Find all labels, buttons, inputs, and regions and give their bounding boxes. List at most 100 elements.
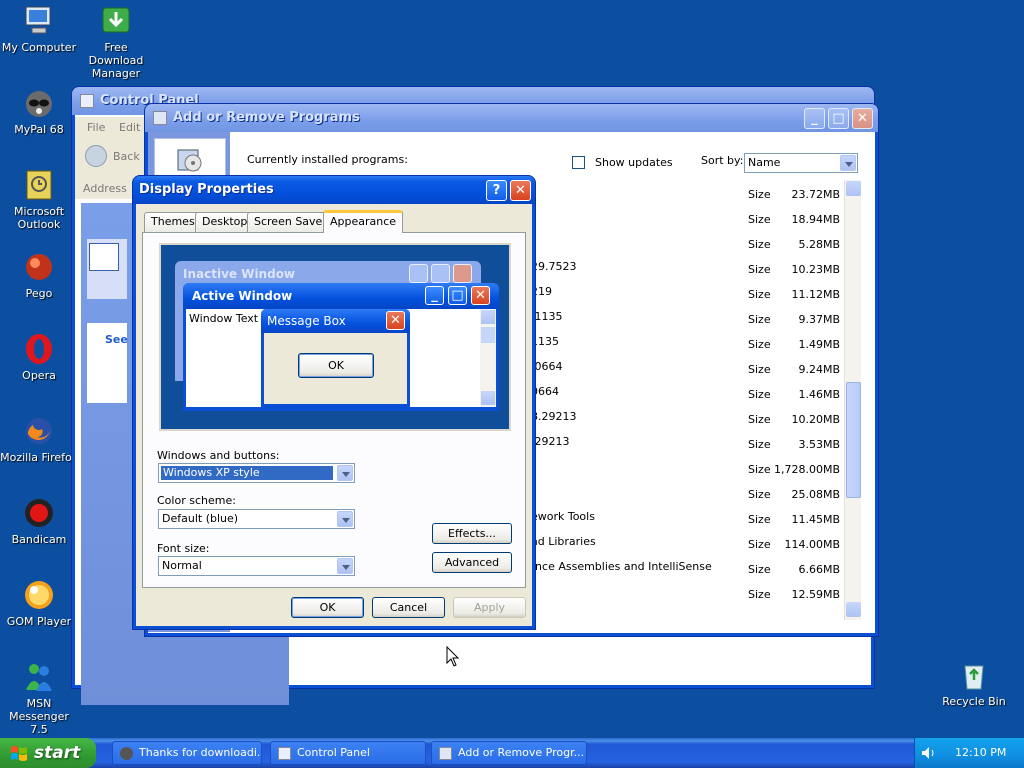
tab-appearance[interactable]: Appearance <box>323 210 404 233</box>
control-panel-icon <box>80 94 94 108</box>
help-button[interactable]: ? <box>486 180 507 201</box>
table-row[interactable]: Size 12.59MB <box>526 582 842 607</box>
scroll-up-button[interactable] <box>846 181 861 196</box>
table-row[interactable]: Size 5.28MB <box>526 232 842 257</box>
preview-message-title: Message Box <box>267 314 346 328</box>
desktop-icon-pego[interactable]: Pego <box>0 250 78 300</box>
address-label: Address <box>83 182 127 195</box>
desktop-icon-my-computer[interactable]: My Computer <box>0 4 78 54</box>
taskbar-button-control-panel[interactable]: Control Panel <box>270 741 426 765</box>
taskbar-button-thanks[interactable]: Thanks for downloadi... <box>112 741 262 765</box>
maximize-button[interactable]: □ <box>828 108 849 129</box>
ok-button[interactable]: OK <box>291 597 364 618</box>
pego-icon <box>22 250 56 284</box>
start-button[interactable]: start <box>0 738 96 768</box>
chevron-down-icon[interactable] <box>337 511 353 527</box>
table-row[interactable]: .40664 Size 9.24MB <box>526 357 842 382</box>
installed-programs-label: Currently installed programs: <box>247 153 408 166</box>
tab-screen-saver[interactable]: Screen Saver <box>247 212 334 232</box>
desktop-icon-firefox[interactable]: Mozilla Firefox <box>0 414 78 464</box>
menu-edit[interactable]: Edit <box>119 121 140 134</box>
table-row[interactable]: 729.7523 Size 10.23MB <box>526 257 842 282</box>
taskbar-button-label: Add or Remove Progr... <box>458 746 585 759</box>
taskbar: start Thanks for downloadi... Control Pa… <box>0 738 1024 768</box>
close-button[interactable]: ✕ <box>510 180 531 201</box>
back-arrow-icon[interactable] <box>85 145 107 167</box>
table-row[interactable]: Size 23.72MB <box>526 182 842 207</box>
table-row[interactable]: 61135 Size 1.49MB <box>526 332 842 357</box>
see-also-box: See <box>87 323 128 403</box>
table-row[interactable]: 3.29213 Size 3.53MB <box>526 432 842 457</box>
table-row[interactable]: Size 1,728.00MB <box>526 457 842 482</box>
clock[interactable]: 12:10 PM <box>955 746 1006 759</box>
table-row[interactable]: and Libraries Size 114.00MB <box>526 532 842 557</box>
minimize-button[interactable]: _ <box>804 108 825 129</box>
table-row[interactable]: .61135 Size 9.37MB <box>526 307 842 332</box>
effects-button[interactable]: Effects... <box>432 523 512 544</box>
color-scheme-label: Color scheme: <box>157 494 236 507</box>
windows-buttons-select[interactable]: Windows XP style <box>158 463 355 483</box>
advanced-button[interactable]: Advanced <box>432 552 512 573</box>
size-label: Size <box>748 313 771 326</box>
size-label: Size <box>748 213 771 226</box>
taskbar-button-add-remove[interactable]: Add or Remove Progr... <box>431 741 587 765</box>
table-row[interactable]: 40664 Size 1.46MB <box>526 382 842 407</box>
chevron-down-icon[interactable] <box>840 155 856 171</box>
program-size: 1.49MB <box>798 338 840 351</box>
preview-ok-button: OK <box>298 353 374 378</box>
add-remove-titlebar[interactable]: Add or Remove Programs _ □ ✕ <box>145 104 878 132</box>
taskbar-button-label: Thanks for downloadi... <box>139 746 262 759</box>
desktop-icon-free-download-manager[interactable]: Free Download Manager <box>77 4 155 80</box>
sort-by-value: Name <box>748 156 781 169</box>
program-size: 18.94MB <box>791 213 840 226</box>
chevron-down-icon[interactable] <box>337 558 353 574</box>
scroll-down-button[interactable] <box>846 602 861 617</box>
desktop-icon-mypal[interactable]: MyPal 68 <box>0 86 78 136</box>
tab-desktop[interactable]: Desktop <box>195 212 255 232</box>
preview-inactive-title: Inactive Window <box>183 267 296 281</box>
preview-scroll-up <box>481 310 495 324</box>
preview-message-titlebar: Message Box ✕ <box>261 309 410 333</box>
system-tray: 12:10 PM <box>914 738 1024 768</box>
preview-window-text: Window Text <box>189 312 259 325</box>
table-row[interactable]: 0219 Size 11.12MB <box>526 282 842 307</box>
desktop-icon-recycle-bin[interactable]: Recycle Bin <box>935 658 1013 708</box>
window-title: Display Properties <box>139 182 274 197</box>
desktop-icon-gom-player[interactable]: GOM Player <box>0 578 78 628</box>
table-row[interactable]: Size 18.94MB <box>526 207 842 232</box>
show-updates-checkbox[interactable] <box>572 156 585 169</box>
program-list-scrollbar[interactable] <box>844 180 861 620</box>
menu-file[interactable]: File <box>87 121 105 134</box>
program-size: 3.53MB <box>798 438 840 451</box>
volume-icon[interactable] <box>921 746 937 760</box>
color-scheme-select[interactable]: Default (blue) <box>158 509 355 529</box>
preview-close-icon: ✕ <box>471 286 490 305</box>
display-properties-titlebar[interactable]: Display Properties ? ✕ <box>133 176 535 204</box>
preview-message-body: OK <box>264 333 407 404</box>
desktop-icon-label: GOM Player <box>6 615 72 628</box>
preview-active-title: Active Window <box>192 289 293 303</box>
program-list[interactable]: Size 23.72MB Size 18.94MB Size 5.28MB 729.7523… <box>526 180 842 620</box>
chevron-down-icon[interactable] <box>337 465 353 481</box>
font-size-select[interactable]: Normal <box>158 556 355 576</box>
table-row[interactable]: Size 25.08MB <box>526 482 842 507</box>
desktop-icon-outlook[interactable]: Microsoft Outlook <box>0 168 78 231</box>
desktop-icon-bandicam[interactable]: Bandicam <box>0 496 78 546</box>
display-properties-dialog[interactable]: Display Properties ? ✕ Themes Desktop Sc… <box>133 176 535 629</box>
desktop-icon-opera[interactable]: Opera <box>0 332 78 382</box>
program-size: 1.46MB <box>798 388 840 401</box>
close-button[interactable]: ✕ <box>852 108 873 129</box>
table-row[interactable]: 28.29213 Size 10.20MB <box>526 407 842 432</box>
table-row[interactable]: rence Assemblies and IntelliSense Size 6.6… <box>526 557 842 582</box>
scroll-thumb[interactable] <box>846 382 861 498</box>
mouse-cursor-icon <box>446 646 460 667</box>
apply-button[interactable]: Apply <box>453 597 526 618</box>
color-scheme-value: Default (blue) <box>162 512 239 525</box>
program-size: 1,728.00MB <box>773 463 840 476</box>
table-row[interactable]: nework Tools Size 11.45MB <box>526 507 842 532</box>
desktop-icon-msn-messenger[interactable]: MSN Messenger 7.5 <box>0 660 78 736</box>
cancel-button[interactable]: Cancel <box>372 597 445 618</box>
sort-by-select[interactable]: Name <box>744 153 858 173</box>
desktop-icon-label: Mozilla Firefox <box>0 451 78 464</box>
tab-themes[interactable]: Themes <box>144 212 202 232</box>
